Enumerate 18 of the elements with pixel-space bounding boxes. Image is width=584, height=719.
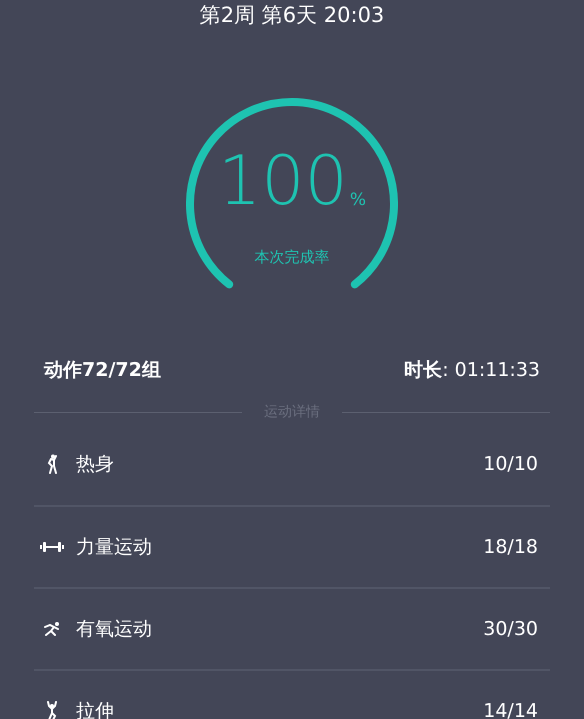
stretching-figure-icon xyxy=(46,454,58,474)
percent-unit: % xyxy=(350,189,366,212)
duration-value: : 01:11:33 xyxy=(442,358,540,382)
completion-label: 本次完成率 xyxy=(254,246,330,268)
header-title: 第2周 第6天 20:03 xyxy=(200,2,384,29)
exercise-count: 14/14 xyxy=(483,698,539,719)
exercise-name: 有氧运动 xyxy=(76,616,152,642)
dumbbell-icon xyxy=(40,541,64,553)
exercise-name: 力量运动 xyxy=(76,534,152,560)
exercise-count: 18/18 xyxy=(483,534,539,560)
exercise-count: 30/30 xyxy=(483,616,539,642)
exercise-count: 10/10 xyxy=(483,452,539,477)
arms-up-figure-icon xyxy=(46,701,58,719)
actions-count: 动作72/72组 xyxy=(44,358,161,382)
exercise-name: 热身 xyxy=(76,452,114,477)
duration-label: 时长 xyxy=(404,358,442,382)
completion-value: 100 xyxy=(218,148,348,216)
running-figure-icon xyxy=(43,621,61,637)
